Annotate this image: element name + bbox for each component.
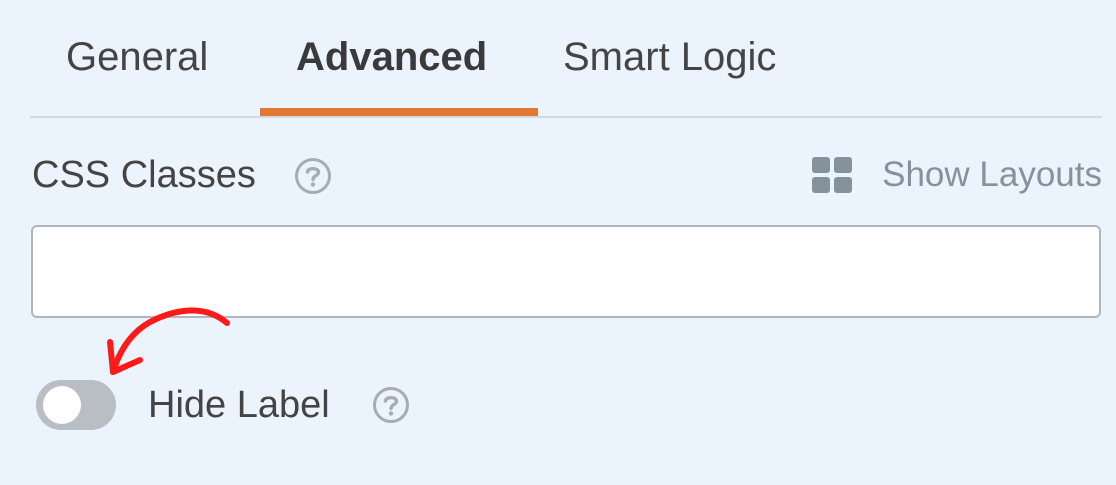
tab-smart-logic[interactable]: Smart Logic	[563, 33, 776, 81]
css-classes-input[interactable]	[31, 225, 1101, 318]
tab-advanced[interactable]: Advanced	[296, 33, 487, 81]
hide-label-help-icon[interactable]	[372, 386, 410, 424]
toggle-knob	[43, 386, 81, 424]
grid-layout-icon	[812, 157, 853, 193]
tab-bar: General Advanced Smart Logic	[30, 0, 1102, 118]
css-classes-help-icon[interactable]	[294, 157, 332, 195]
css-classes-label: CSS Classes	[32, 154, 256, 196]
hide-label-toggle[interactable]	[36, 380, 116, 430]
active-tab-indicator	[260, 108, 538, 116]
hide-label-label: Hide Label	[148, 384, 330, 426]
show-layouts-button[interactable]: Show Layouts	[812, 152, 1102, 198]
show-layouts-label: Show Layouts	[882, 155, 1102, 194]
tab-general[interactable]: General	[66, 33, 208, 81]
